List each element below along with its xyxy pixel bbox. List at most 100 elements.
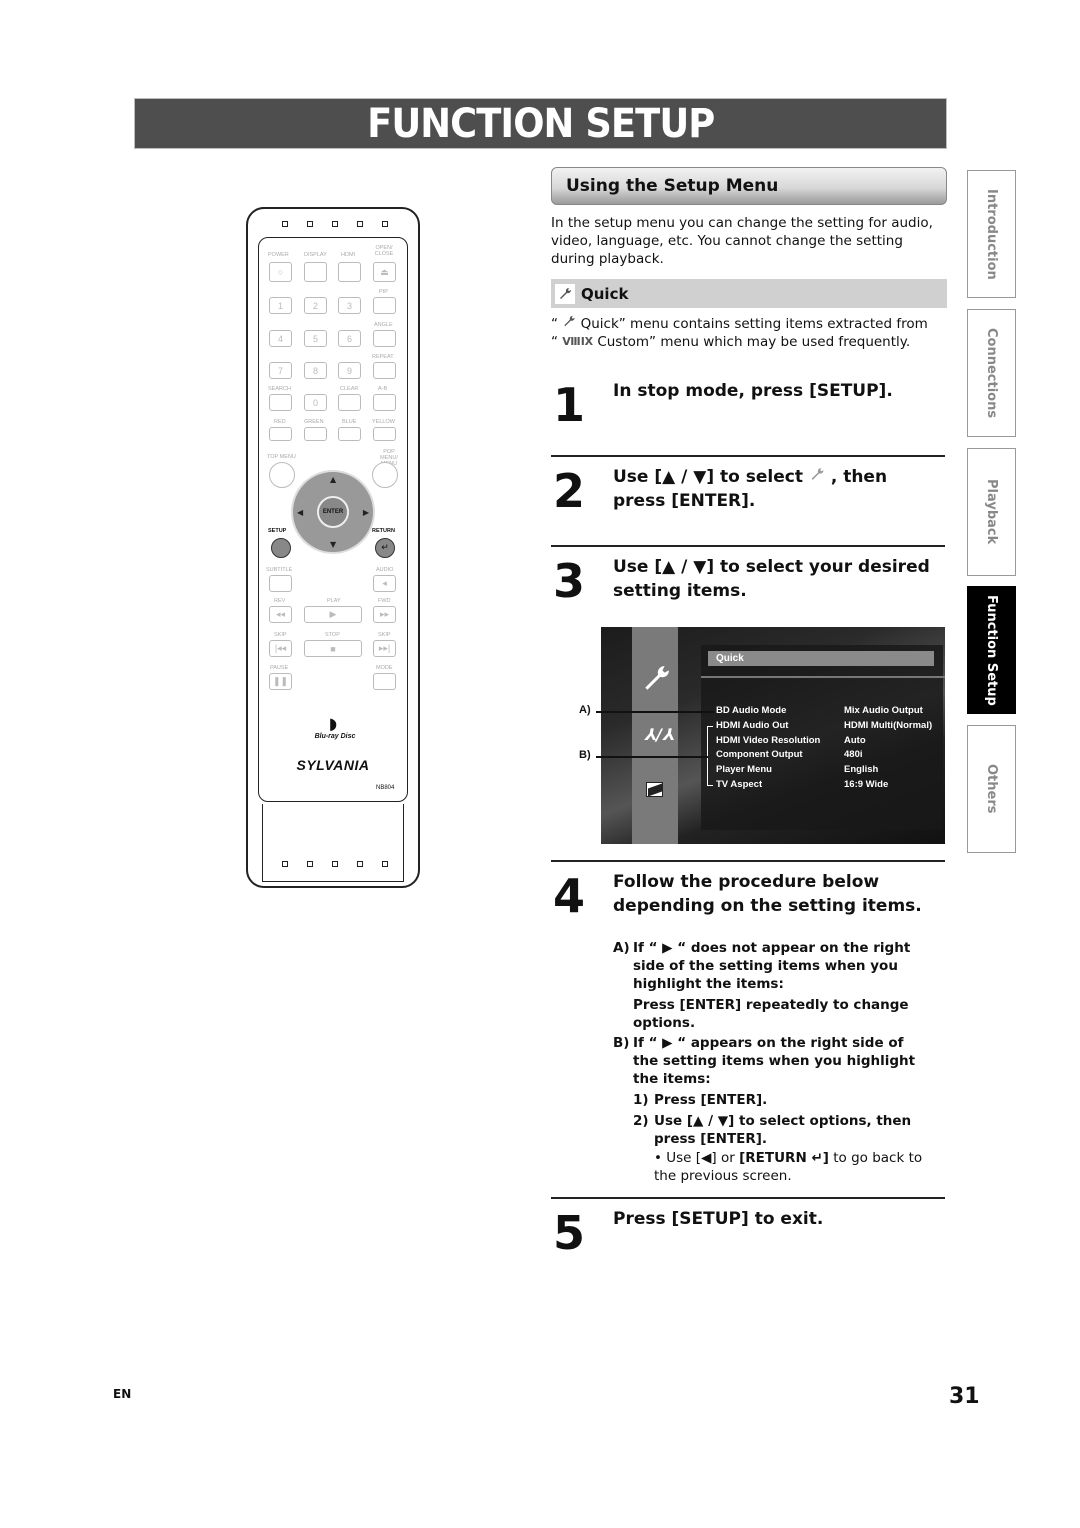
label-pip: PIP bbox=[379, 289, 388, 295]
step-4-text: Follow the procedure below depending on … bbox=[613, 872, 922, 916]
label-yellow: YELLOW bbox=[372, 419, 395, 425]
step-2-number: 2 bbox=[553, 464, 586, 518]
right-arrow-icon: ▶ bbox=[362, 508, 369, 517]
return-icon: ↵ bbox=[375, 538, 395, 558]
digit-3-button: 3 bbox=[338, 297, 361, 314]
edit-settings-icon bbox=[646, 782, 663, 797]
procedure-bullet: • Use [◀] or [RETURN ↵] to go back to th… bbox=[654, 1149, 944, 1185]
side-tab-others[interactable]: Others bbox=[967, 725, 1016, 853]
callout-a-label: A) bbox=[579, 704, 591, 716]
divider bbox=[551, 1197, 945, 1199]
menu-separator bbox=[701, 676, 945, 678]
side-tab-label: Others bbox=[984, 764, 999, 814]
subtitle-button bbox=[269, 575, 292, 592]
label-return: RETURN bbox=[372, 528, 395, 534]
bullet-text-pre: Use [◀] or bbox=[666, 1150, 735, 1166]
side-tab-playback[interactable]: Playback bbox=[967, 448, 1016, 576]
procedure-b-text: If “ ▶ “ appears on the right side of th… bbox=[633, 1035, 916, 1087]
setup-menu-screen: ⅄/⅄ Quick BD Audio Mode Mix Audio Output… bbox=[601, 627, 945, 844]
menu-item-label: BD Audio Mode bbox=[716, 705, 787, 716]
display-button bbox=[304, 262, 327, 282]
menu-item-label: Component Output bbox=[716, 749, 803, 760]
side-tab-label: Connections bbox=[984, 327, 999, 419]
procedure-a-text: If “ ▶ “ does not appear on the right si… bbox=[633, 940, 911, 992]
procedure-b-step-2-text: Use [▲ / ▼] to select options, then pres… bbox=[654, 1113, 912, 1147]
dpad: ▲ ▼ ◀ ▶ ENTER bbox=[291, 470, 375, 554]
left-arrow-icon: ◀ bbox=[297, 508, 304, 517]
procedure-b-step-2-num: 2) bbox=[633, 1113, 649, 1129]
label-rev: REV bbox=[274, 598, 286, 604]
label-search: SEARCH bbox=[268, 386, 291, 392]
remote-led bbox=[332, 221, 338, 227]
mode-button bbox=[373, 673, 396, 690]
blu-ray-disc-label: Blu-ray Disc bbox=[314, 733, 356, 740]
search-button bbox=[269, 394, 292, 411]
divider bbox=[551, 545, 945, 547]
menu-item-value: HDMI Multi(Normal) bbox=[844, 720, 933, 731]
brand-logo: SYLVANIA bbox=[296, 757, 370, 773]
top-menu-button bbox=[269, 462, 295, 488]
procedure-b-label: B) bbox=[613, 1035, 630, 1051]
label-power: POWER bbox=[268, 252, 289, 258]
bullet-dot: • bbox=[654, 1150, 662, 1166]
green-button bbox=[304, 427, 327, 441]
remote-control-illustration: POWER DISPLAY HDMI OPEN/ CLOSE ○ ⏏ PIP 1… bbox=[246, 207, 420, 888]
quote-mark: “ bbox=[551, 334, 558, 350]
label-open-close: OPEN/ CLOSE bbox=[374, 245, 394, 257]
step-3-number: 3 bbox=[553, 554, 586, 608]
digit-7-button: 7 bbox=[269, 362, 292, 379]
label-skip-forward: SKIP bbox=[378, 632, 391, 638]
menu-item-value: English bbox=[844, 764, 879, 775]
remote-led bbox=[382, 861, 388, 867]
digit-2-button: 2 bbox=[304, 297, 327, 314]
side-tab-introduction[interactable]: Introduction bbox=[967, 170, 1016, 298]
quick-subheader: Quick bbox=[551, 279, 947, 308]
label-blue: BLUE bbox=[342, 419, 357, 425]
callout-b-line bbox=[596, 756, 708, 758]
audio-button: ◂ bbox=[373, 575, 396, 592]
wrench-icon bbox=[809, 465, 825, 489]
remote-bottom-panel bbox=[262, 804, 404, 882]
menu-item-label: Player Menu bbox=[716, 764, 772, 775]
quick-label: Quick bbox=[581, 284, 629, 303]
label-display: DISPLAY bbox=[304, 252, 327, 258]
pause-icon: ❚❚ bbox=[269, 673, 292, 690]
menu-item-label: HDMI Audio Out bbox=[716, 720, 789, 731]
remote-led bbox=[282, 861, 288, 867]
menu-item-value: Auto bbox=[844, 735, 866, 746]
step-1-text: In stop mode, press [SETUP]. bbox=[613, 381, 893, 401]
wrench-icon bbox=[562, 315, 576, 333]
side-tab-connections[interactable]: Connections bbox=[967, 309, 1016, 437]
procedure-b-step-1-text: Press [ENTER]. bbox=[654, 1092, 768, 1108]
callout-b-label: B) bbox=[579, 749, 591, 761]
eject-icon: ⏏ bbox=[373, 262, 396, 282]
label-hdmi: HDMI bbox=[341, 252, 356, 258]
page-title-banner: FUNCTION SETUP bbox=[134, 98, 947, 149]
procedure-a-action: Press [ENTER] repeatedly to change optio… bbox=[633, 997, 909, 1031]
procedure-b-step-1-num: 1) bbox=[633, 1092, 649, 1108]
menu-title: Quick bbox=[708, 651, 934, 666]
digit-0-button: 0 bbox=[304, 394, 327, 411]
digit-6-button: 6 bbox=[338, 330, 361, 347]
intro-paragraph: In the setup menu you can change the set… bbox=[551, 215, 933, 267]
divider bbox=[551, 860, 945, 862]
step-2-text: Use [▲ / ▼] to select , then press [ENTE… bbox=[613, 465, 943, 513]
power-button: ○ bbox=[269, 262, 292, 282]
red-button bbox=[269, 427, 292, 441]
side-tab-label: Function Setup bbox=[984, 594, 999, 706]
repeat-button bbox=[373, 362, 396, 379]
quick-note-line-1: Quick” menu contains setting items extra… bbox=[580, 316, 928, 332]
section-header: Using the Setup Menu bbox=[551, 167, 947, 205]
side-tab-function-setup[interactable]: Function Setup bbox=[967, 586, 1016, 714]
label-setup: SETUP bbox=[268, 528, 287, 534]
language-code: EN bbox=[113, 1387, 132, 1401]
remote-led bbox=[307, 861, 313, 867]
blue-button bbox=[338, 427, 361, 441]
pip-button bbox=[373, 297, 396, 314]
custom-tools-icon: ⅄/⅄ bbox=[644, 725, 675, 744]
section-title: Using the Setup Menu bbox=[566, 176, 779, 196]
stop-icon: ■ bbox=[304, 640, 362, 657]
bullet-text-bold: [RETURN ↵] bbox=[739, 1150, 829, 1166]
label-skip-back: SKIP bbox=[274, 632, 287, 638]
label-green: GREEN bbox=[304, 419, 324, 425]
